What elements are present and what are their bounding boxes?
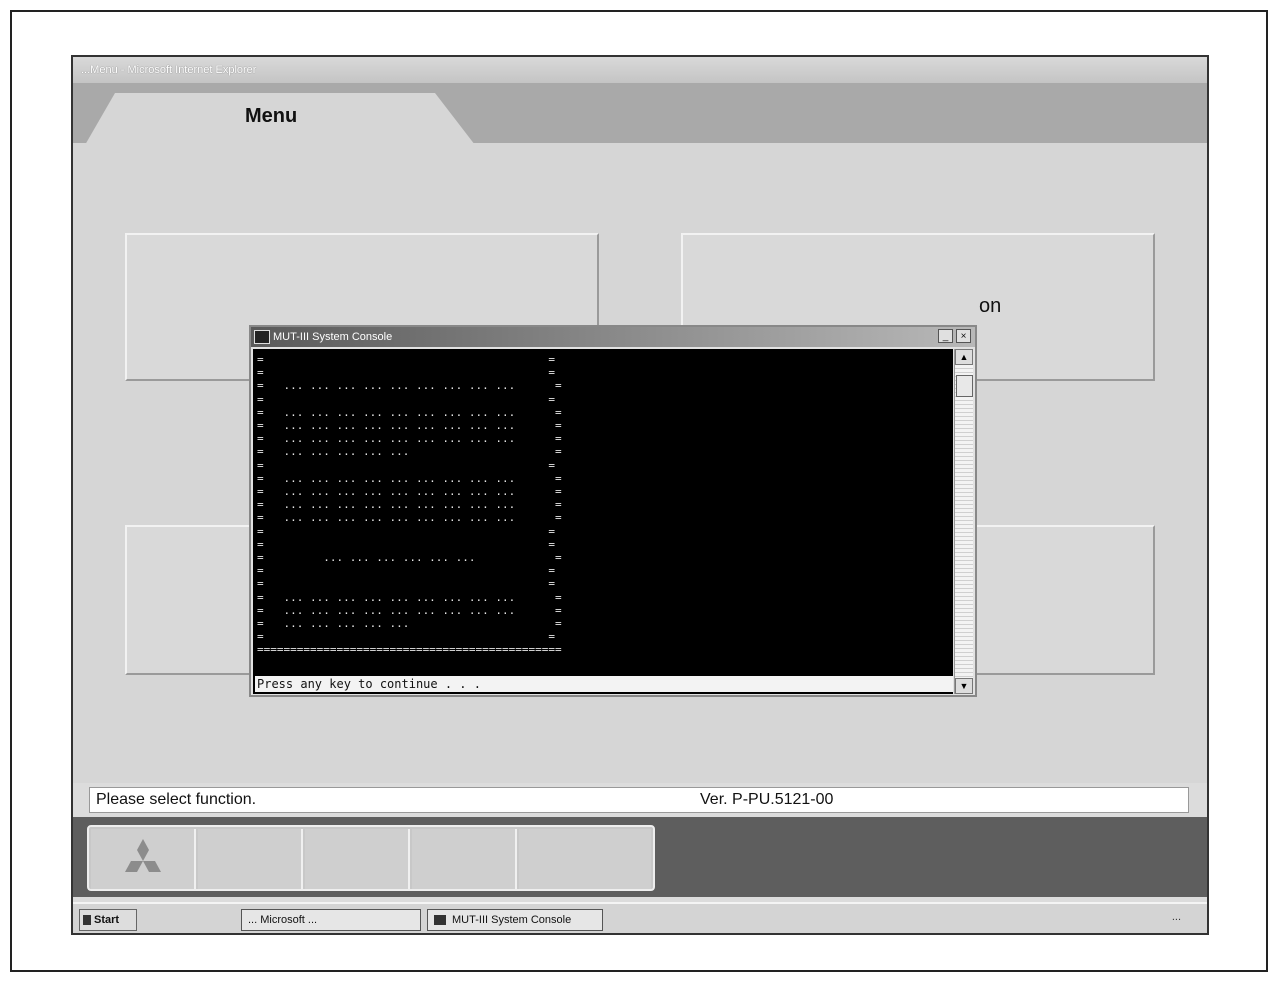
start-button[interactable]: Start (79, 909, 137, 931)
scroll-up-icon[interactable]: ▲ (955, 349, 973, 365)
window-title: ...Menu - Microsoft Internet Explorer (81, 64, 257, 76)
taskbar: Start ... Microsoft ... MUT-III System C… (73, 902, 1207, 933)
bottom-toolbar (73, 817, 1207, 897)
console-output: = = = = = ... ... ... ... ... ... ... ..… (253, 349, 953, 694)
tab-menu-label: Menu (245, 105, 298, 127)
version-label: Ver. P-PU.5121-00 (700, 791, 834, 808)
mitsubishi-logo-icon (125, 839, 161, 872)
console-scrollbar[interactable]: ▲ ▼ (954, 349, 973, 694)
console-title: MUT-III System Console (273, 331, 393, 343)
console-icon (254, 330, 270, 344)
status-bar: Please select function. Ver. P-PU.5121-0… (89, 787, 1189, 813)
toolbar-button-4[interactable] (412, 829, 517, 889)
tab-bar: Menu (73, 83, 1207, 145)
console-window[interactable]: MUT-III System Console _ × = = = = = ...… (249, 325, 977, 697)
application-window: ...Menu - Microsoft Internet Explorer Me… (71, 55, 1209, 935)
home-button[interactable] (91, 829, 196, 889)
toolbar-button-2[interactable] (198, 829, 303, 889)
console-text: = = = = = ... ... ... ... ... ... ... ..… (257, 353, 562, 657)
toolbar-button-group (87, 825, 655, 891)
scroll-thumb[interactable] (956, 375, 973, 397)
close-button[interactable]: × (956, 329, 971, 343)
system-tray-clock: ... (1171, 911, 1181, 923)
function-panel-top-right-label: on (979, 295, 1002, 317)
scroll-down-icon[interactable]: ▼ (955, 678, 973, 694)
toolbar-button-5[interactable] (519, 829, 651, 889)
taskbar-item-browser-label: ... Microsoft ... (248, 914, 318, 926)
menu-content: on MUT-III System Console _ × = = = = = … (73, 143, 1207, 783)
taskbar-item-console-label: MUT-III System Console (452, 914, 572, 926)
status-message: Please select function. (96, 791, 257, 808)
minimize-button[interactable]: _ (938, 329, 953, 343)
taskbar-item-console[interactable]: MUT-III System Console (427, 909, 603, 931)
console-titlebar[interactable]: MUT-III System Console _ × (251, 327, 975, 347)
console-prompt: Press any key to continue . . . (255, 676, 953, 692)
window-titlebar: ...Menu - Microsoft Internet Explorer (73, 57, 1207, 83)
console-task-icon (434, 915, 446, 926)
toolbar-button-3[interactable] (305, 829, 410, 889)
taskbar-item-browser[interactable]: ... Microsoft ... (241, 909, 421, 931)
